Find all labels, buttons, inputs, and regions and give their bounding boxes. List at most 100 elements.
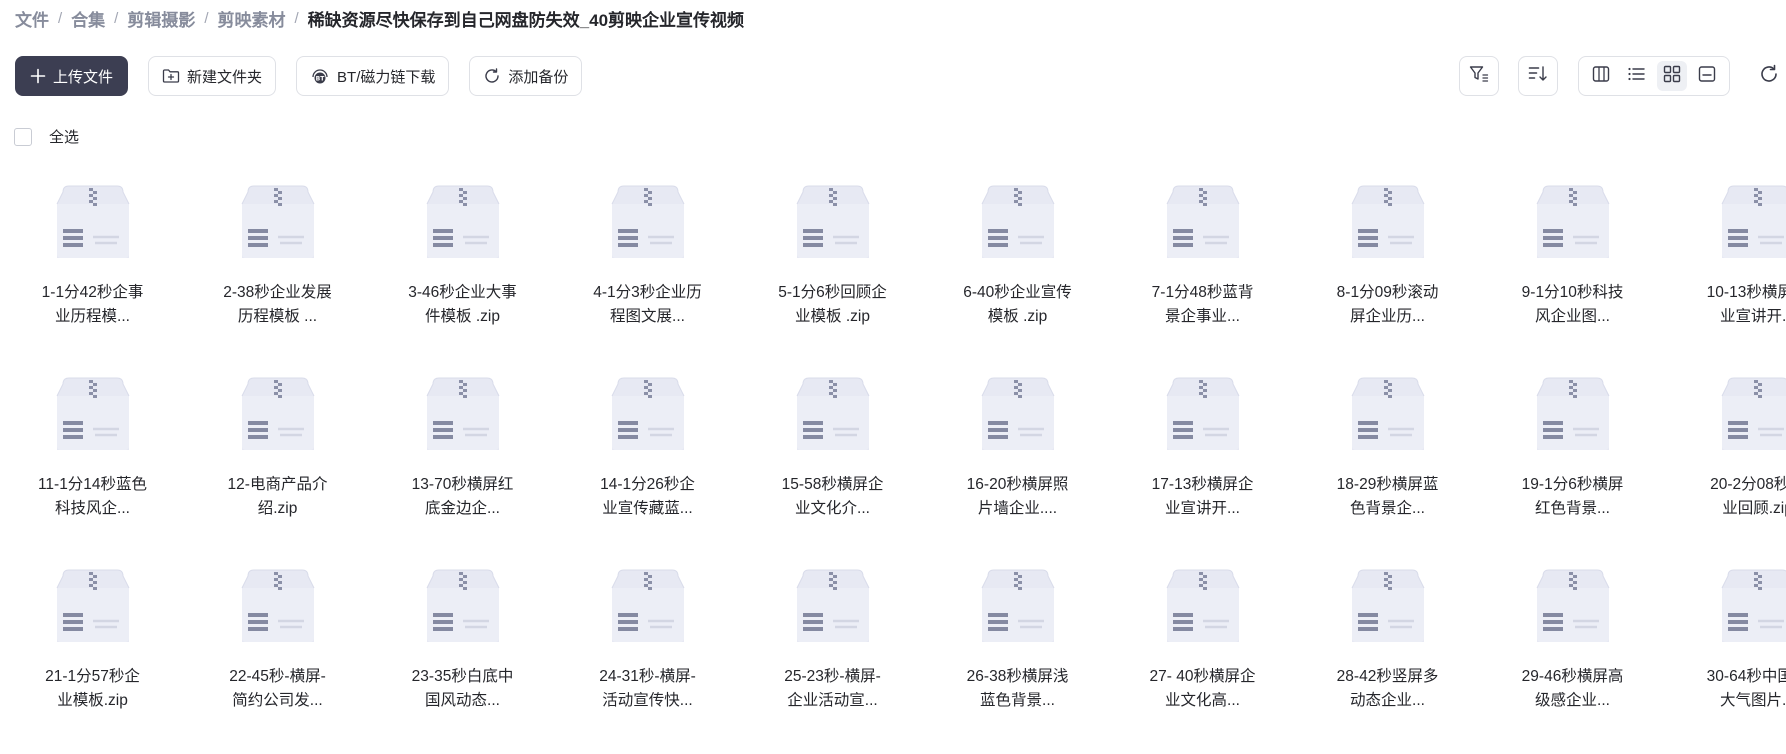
- zip-archive-icon: [1718, 182, 1786, 262]
- add-backup-label: 添加备份: [508, 66, 568, 87]
- file-item[interactable]: 27- 40秒横屏企业文化高...: [1110, 562, 1295, 754]
- file-item[interactable]: 21-1分57秒企业模板.zip: [0, 562, 185, 754]
- view-columns-button[interactable]: [1586, 61, 1616, 91]
- zip-archive-icon: [238, 566, 318, 646]
- zip-archive-icon: [1163, 374, 1243, 454]
- zip-archive-icon: [978, 374, 1058, 454]
- select-all-checkbox[interactable]: [14, 128, 32, 146]
- file-item[interactable]: 7-1分48秒蓝背景企事业...: [1110, 178, 1295, 370]
- file-item[interactable]: 16-20秒横屏照片墙企业....: [925, 370, 1110, 562]
- file-item[interactable]: 11-1分14秒蓝色科技风企...: [0, 370, 185, 562]
- file-item[interactable]: 22-45秒-横屏-简约公司发...: [185, 562, 370, 754]
- file-item[interactable]: 25-23秒-横屏-企业活动宣...: [740, 562, 925, 754]
- bt-magnet-icon: BT: [310, 67, 330, 85]
- file-name: 23-35秒白底中国风动态...: [408, 665, 518, 713]
- zip-archive-icon: [1533, 566, 1613, 646]
- file-item[interactable]: 12-电商产品介绍.zip: [185, 370, 370, 562]
- file-name: 30-64秒中国红大气图片...: [1703, 665, 1786, 713]
- file-item[interactable]: 20-2分08秒企业回顾.zip: [1665, 370, 1786, 562]
- file-item[interactable]: 18-29秒横屏蓝色背景企...: [1295, 370, 1480, 562]
- zip-archive-icon: [1718, 566, 1786, 646]
- breadcrumb-separator: /: [204, 10, 208, 27]
- file-item[interactable]: 2-38秒企业发展历程模板 ...: [185, 178, 370, 370]
- select-all: 全选: [14, 126, 79, 147]
- file-name: 15-58秒横屏企业文化介...: [778, 473, 888, 521]
- filter-icon: [1469, 65, 1489, 88]
- file-name: 20-2分08秒企业回顾.zip: [1703, 473, 1786, 521]
- zip-archive-icon: [978, 182, 1058, 262]
- file-item[interactable]: 14-1分26秒企业宣传藏蓝...: [555, 370, 740, 562]
- file-name: 6-40秒企业宣传模板 .zip: [963, 281, 1073, 329]
- zip-archive-icon: [423, 374, 503, 454]
- file-item[interactable]: 17-13秒横屏企业宣讲开...: [1110, 370, 1295, 562]
- view-preview-button[interactable]: [1692, 61, 1722, 91]
- toolbar: 上传文件 新建文件夹 BT BT/磁力链下载 添加备份: [15, 56, 582, 96]
- file-item[interactable]: 3-46秒企业大事件模板 .zip: [370, 178, 555, 370]
- new-folder-button[interactable]: 新建文件夹: [148, 56, 276, 96]
- view-list-button[interactable]: [1621, 61, 1651, 91]
- filter-button[interactable]: [1459, 56, 1499, 96]
- list-icon: [1627, 65, 1645, 88]
- sort-icon: [1528, 65, 1548, 88]
- breadcrumb-item-capcut-assets[interactable]: 剪映素材: [218, 6, 286, 31]
- file-item[interactable]: 26-38秒横屏浅蓝色背景...: [925, 562, 1110, 754]
- zip-archive-icon: [53, 566, 133, 646]
- file-name: 1-1分42秒企事业历程模...: [38, 281, 148, 329]
- zip-archive-icon: [1348, 566, 1428, 646]
- file-item[interactable]: 6-40秒企业宣传模板 .zip: [925, 178, 1110, 370]
- file-name: 29-46秒横屏高级感企业...: [1518, 665, 1628, 713]
- zip-archive-icon: [1348, 182, 1428, 262]
- breadcrumb-item-files[interactable]: 文件: [15, 6, 49, 31]
- zip-archive-icon: [1163, 566, 1243, 646]
- file-item[interactable]: 23-35秒白底中国风动态...: [370, 562, 555, 754]
- add-backup-button[interactable]: 添加备份: [469, 56, 582, 96]
- file-name: 17-13秒横屏企业宣讲开...: [1148, 473, 1258, 521]
- file-item[interactable]: 10-13秒横屏企业宣讲开...: [1665, 178, 1786, 370]
- file-name: 24-31秒-横屏-活动宣传快...: [593, 665, 703, 713]
- file-name: 3-46秒企业大事件模板 .zip: [408, 281, 518, 329]
- file-name: 5-1分6秒回顾企业模板 .zip: [778, 281, 888, 329]
- file-name: 22-45秒-横屏-简约公司发...: [223, 665, 333, 713]
- file-name: 2-38秒企业发展历程模板 ...: [223, 281, 333, 329]
- zip-archive-icon: [1163, 182, 1243, 262]
- breadcrumb-item-editing-photography[interactable]: 剪辑摄影: [127, 6, 195, 31]
- zip-archive-icon: [793, 182, 873, 262]
- file-item[interactable]: 19-1分6秒横屏红色背景...: [1480, 370, 1665, 562]
- file-name: 16-20秒横屏照片墙企业....: [963, 473, 1073, 521]
- file-item[interactable]: 4-1分3秒企业历程图文展...: [555, 178, 740, 370]
- svg-text:BT: BT: [316, 75, 326, 82]
- file-grid: 1-1分42秒企事业历程模... 2-38秒企业发展历程模板 ... 3-46秒…: [0, 178, 1786, 754]
- view-mode-switcher: [1578, 56, 1730, 96]
- upload-file-button[interactable]: 上传文件: [15, 56, 128, 96]
- breadcrumb-item-collection[interactable]: 合集: [71, 6, 105, 31]
- file-item[interactable]: 5-1分6秒回顾企业模板 .zip: [740, 178, 925, 370]
- file-name: 4-1分3秒企业历程图文展...: [593, 281, 703, 329]
- file-name: 8-1分09秒滚动屏企业历...: [1333, 281, 1443, 329]
- bt-magnet-download-button[interactable]: BT BT/磁力链下载: [296, 56, 449, 96]
- zip-archive-icon: [423, 182, 503, 262]
- file-name: 7-1分48秒蓝背景企事业...: [1148, 281, 1258, 329]
- file-item[interactable]: 30-64秒中国红大气图片...: [1665, 562, 1786, 754]
- folder-plus-icon: [162, 68, 180, 84]
- file-item[interactable]: 29-46秒横屏高级感企业...: [1480, 562, 1665, 754]
- file-item[interactable]: 13-70秒横屏红底金边企...: [370, 370, 555, 562]
- file-item[interactable]: 8-1分09秒滚动屏企业历...: [1295, 178, 1480, 370]
- select-all-label[interactable]: 全选: [49, 126, 79, 147]
- upload-file-label: 上传文件: [53, 66, 113, 87]
- file-item[interactable]: 1-1分42秒企事业历程模...: [0, 178, 185, 370]
- zip-archive-icon: [1533, 374, 1613, 454]
- view-grid-button[interactable]: [1657, 61, 1687, 91]
- zip-archive-icon: [608, 566, 688, 646]
- file-item[interactable]: 9-1分10秒科技风企业图...: [1480, 178, 1665, 370]
- zip-archive-icon: [793, 374, 873, 454]
- file-name: 14-1分26秒企业宣传藏蓝...: [593, 473, 703, 521]
- refresh-button[interactable]: [1755, 62, 1783, 90]
- breadcrumb-separator: /: [295, 10, 299, 27]
- file-item[interactable]: 15-58秒横屏企业文化介...: [740, 370, 925, 562]
- sort-button[interactable]: [1518, 56, 1558, 96]
- file-name: 21-1分57秒企业模板.zip: [38, 665, 148, 713]
- file-item[interactable]: 28-42秒竖屏多动态企业...: [1295, 562, 1480, 754]
- zip-archive-icon: [238, 182, 318, 262]
- zip-archive-icon: [423, 566, 503, 646]
- file-item[interactable]: 24-31秒-横屏-活动宣传快...: [555, 562, 740, 754]
